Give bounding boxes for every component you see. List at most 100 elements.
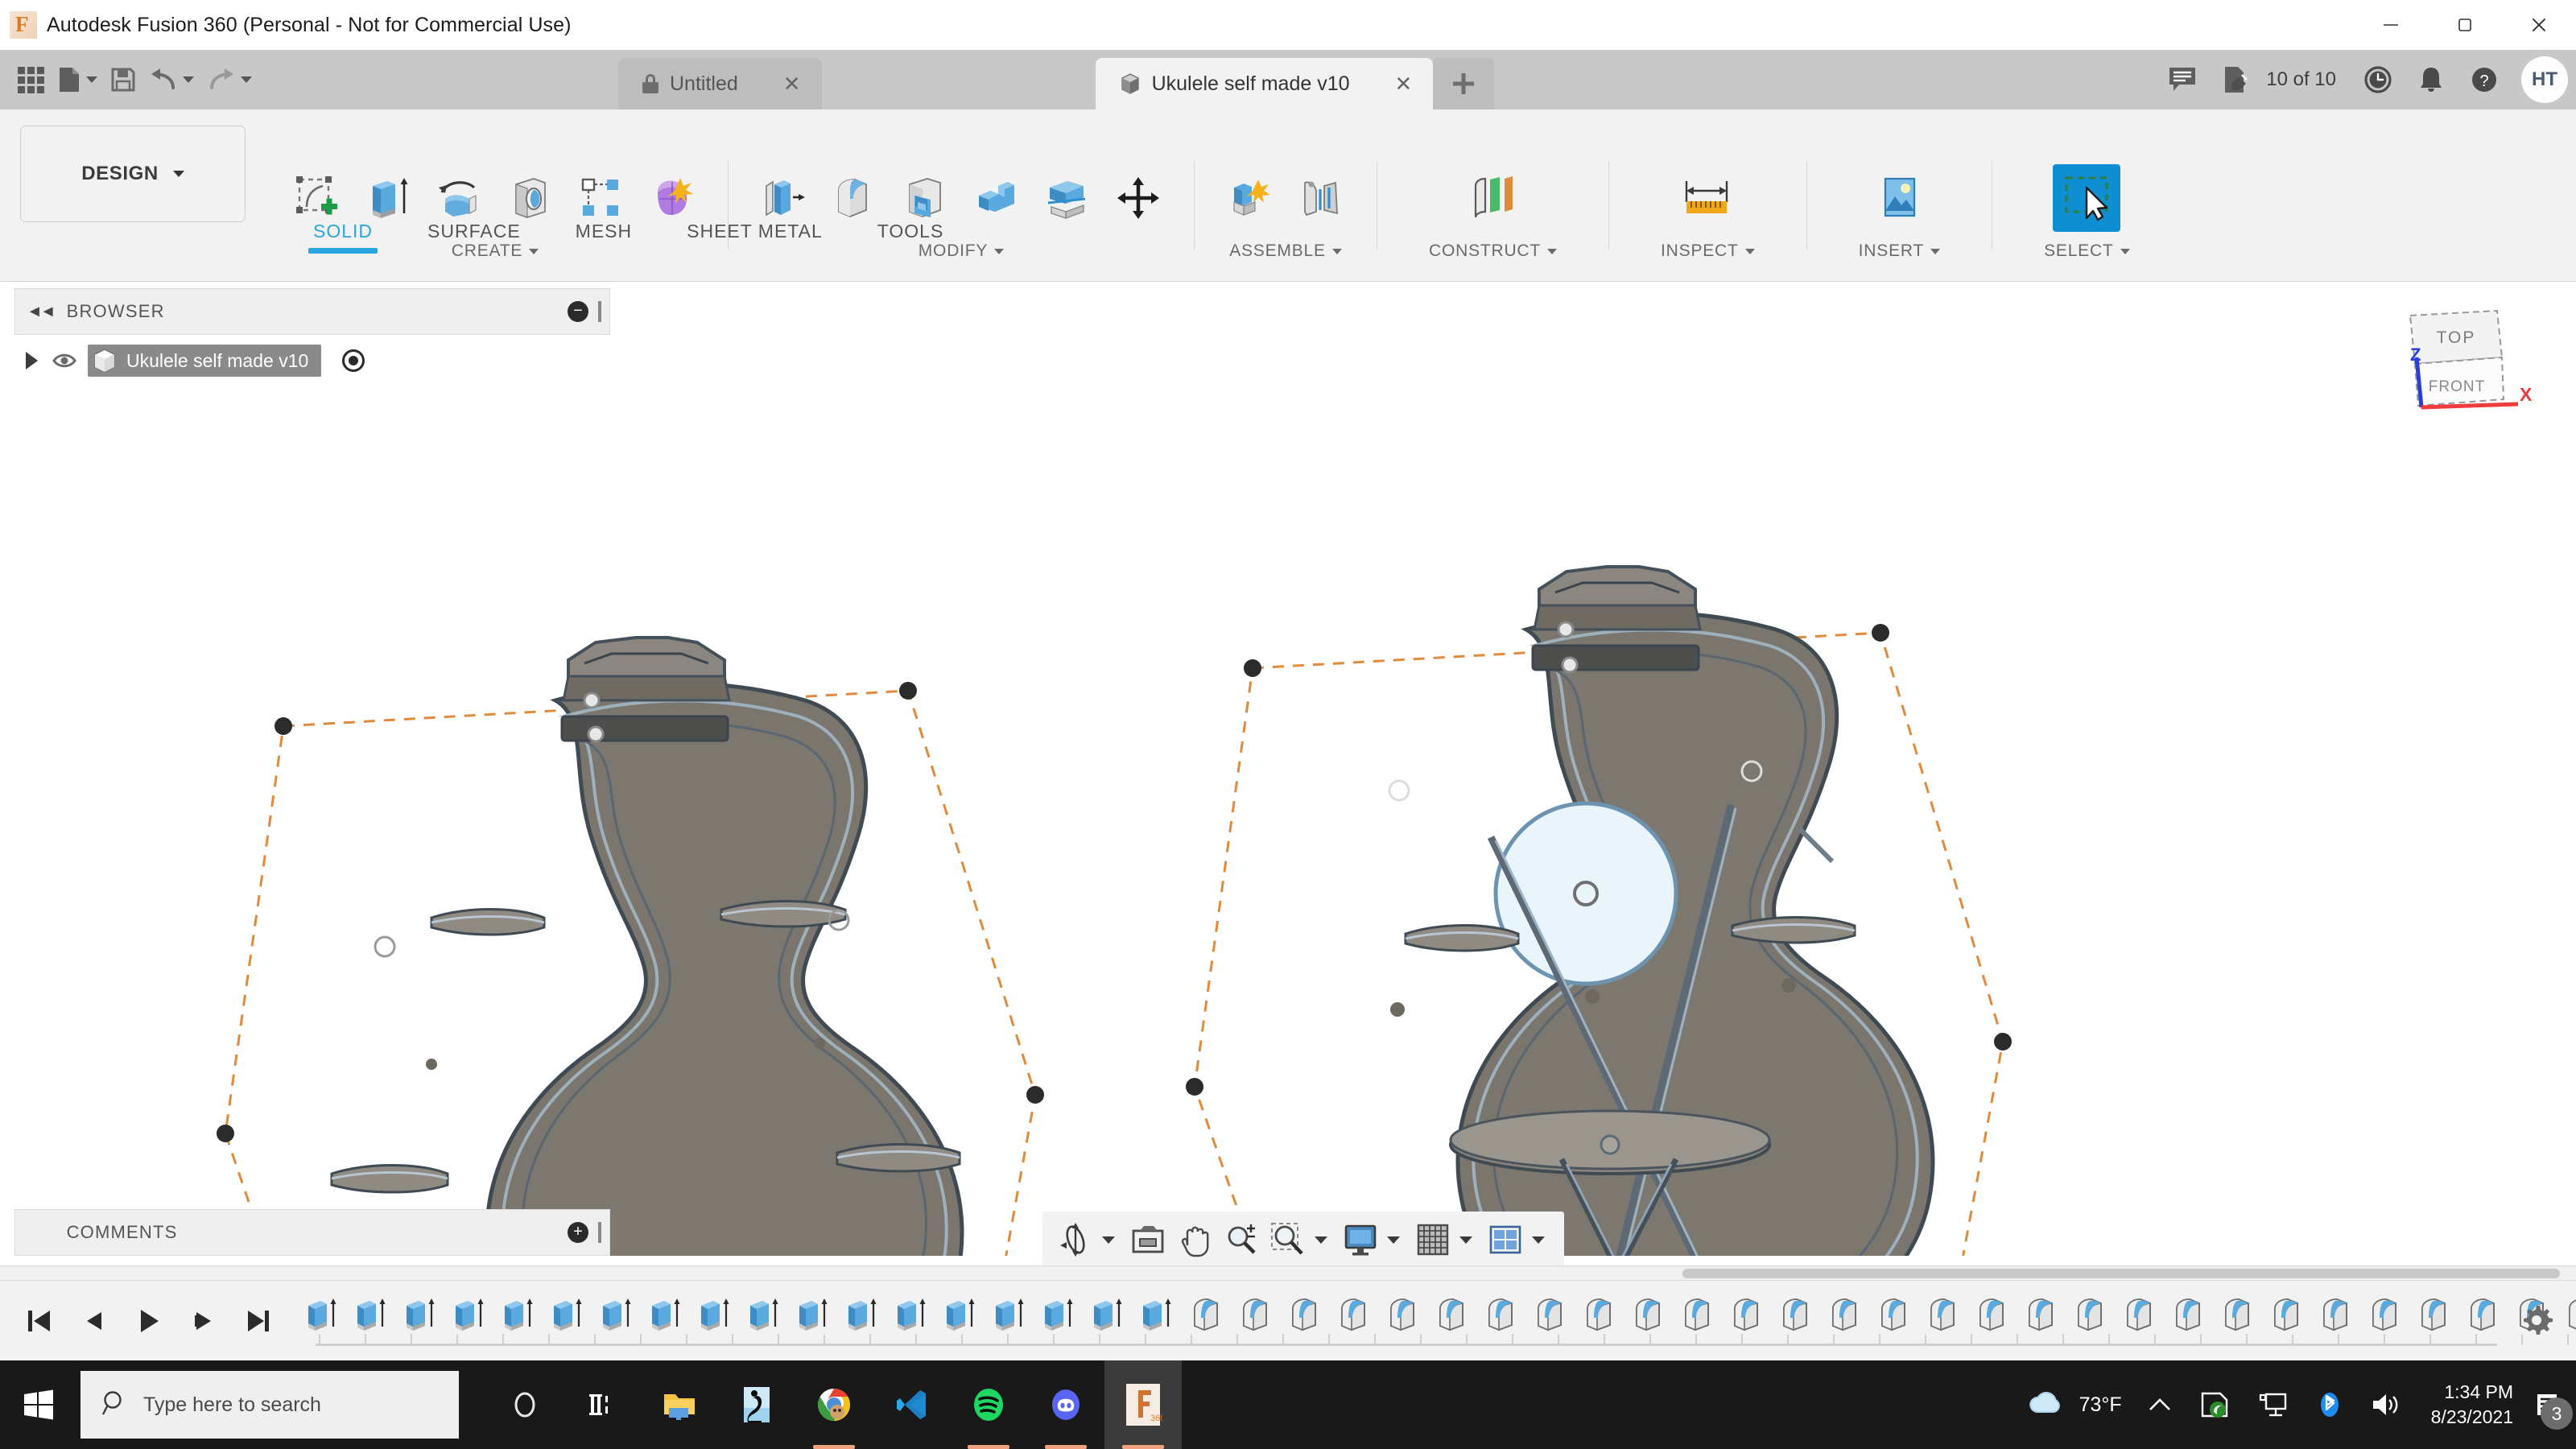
timeline-feature-extrude[interactable] (643, 1292, 689, 1337)
ribbon-group-label[interactable]: INSPECT (1661, 242, 1755, 261)
eye-icon[interactable] (52, 352, 76, 369)
browser-root-row[interactable]: Ukulele self made v10 (14, 342, 610, 379)
chevron-down-icon[interactable] (1532, 1236, 1545, 1244)
timeline-feature-extrude[interactable] (1085, 1292, 1131, 1337)
timeline-feature-extrude[interactable] (840, 1292, 886, 1337)
timeline-feature-fillet[interactable] (2067, 1292, 2113, 1337)
jump-to-beginning-icon[interactable] (21, 1303, 56, 1339)
tab-close-button[interactable]: ✕ (1395, 72, 1413, 97)
design-canvas[interactable] (0, 282, 2576, 1256)
offset-plane-icon[interactable] (1455, 167, 1532, 229)
fit-icon[interactable] (1266, 1217, 1310, 1262)
timeline-feature-fillet[interactable] (1871, 1292, 1917, 1337)
google-chrome-icon[interactable] (795, 1360, 873, 1449)
timeline-feature-extrude[interactable] (545, 1292, 591, 1337)
press-pull-icon[interactable] (753, 167, 815, 229)
timeline-feature-extrude[interactable] (496, 1292, 542, 1337)
shell-icon[interactable] (894, 167, 957, 229)
canvas-horizontal-scrollbar[interactable] (0, 1265, 2576, 1280)
combine-icon[interactable] (965, 167, 1028, 229)
timeline-feature-fillet[interactable] (2215, 1292, 2260, 1337)
timeline-feature-extrude[interactable] (987, 1292, 1033, 1337)
search-input[interactable]: Type here to search (80, 1371, 459, 1439)
bell-icon[interactable] (2405, 54, 2457, 105)
task-view-icon[interactable] (564, 1360, 641, 1449)
play-icon[interactable] (130, 1303, 166, 1339)
ribbon-group-label[interactable]: MODIFY (919, 242, 1005, 261)
timeline-feature-extrude[interactable] (1036, 1292, 1082, 1337)
timeline-feature-fillet[interactable] (1920, 1292, 1966, 1337)
timeline-feature-extrude[interactable] (791, 1292, 836, 1337)
discord-icon[interactable] (1027, 1360, 1104, 1449)
add-comment-button[interactable]: + (568, 1222, 588, 1243)
revolve-icon[interactable] (428, 167, 491, 229)
orbit-icon[interactable] (1054, 1217, 1097, 1262)
timeline-feature-fillet[interactable] (1527, 1292, 1573, 1337)
timeline-feature-fillet[interactable] (1183, 1292, 1229, 1337)
timeline-feature-fillet[interactable] (2313, 1292, 2359, 1337)
timeline-feature-fillet[interactable] (1773, 1292, 1818, 1337)
timeline-feature-fillet[interactable] (1724, 1292, 1769, 1337)
move-copy-icon[interactable] (1107, 167, 1170, 229)
gear-icon[interactable] (2518, 1302, 2555, 1343)
timeline-feature-fillet[interactable] (2411, 1292, 2457, 1337)
show-hidden-icons-chevron[interactable] (2135, 1360, 2185, 1449)
timeline-feature-fillet[interactable] (2460, 1292, 2506, 1337)
timeline-feature-fillet[interactable] (2362, 1292, 2408, 1337)
redo-icon[interactable] (200, 50, 258, 109)
help-icon[interactable]: ? (2458, 54, 2510, 105)
timeline-feature-fillet[interactable] (1674, 1292, 1720, 1337)
timeline-feature-extrude[interactable] (1134, 1292, 1180, 1337)
measure-icon[interactable] (1669, 167, 1746, 229)
joint-icon[interactable] (1290, 167, 1352, 229)
document-edit-icon[interactable] (2210, 54, 2261, 105)
new-tab-button[interactable] (1433, 58, 1495, 109)
cortana-icon[interactable] (486, 1360, 564, 1449)
timeline-feature-fillet[interactable] (1331, 1292, 1377, 1337)
timeline-feature-extrude[interactable] (299, 1292, 345, 1337)
chevron-down-icon[interactable] (241, 76, 252, 83)
chevron-down-icon[interactable] (1387, 1236, 1400, 1244)
hole-icon[interactable] (499, 167, 562, 229)
panel-resize-grip[interactable] (598, 1222, 601, 1243)
viewports-icon[interactable] (1484, 1217, 1527, 1262)
pan-icon[interactable] (1173, 1217, 1216, 1262)
display-settings-icon[interactable] (1339, 1217, 1382, 1262)
form-icon[interactable] (641, 167, 704, 229)
file-explorer-icon[interactable] (641, 1360, 718, 1449)
timeline-feature-fillet[interactable] (1429, 1292, 1475, 1337)
bluetooth-tray-icon[interactable] (2302, 1360, 2357, 1449)
step-forward-icon[interactable] (185, 1303, 221, 1339)
network-tray-icon[interactable] (2244, 1360, 2302, 1449)
timeline-feature-fillet[interactable] (1822, 1292, 1868, 1337)
volume-tray-icon[interactable] (2357, 1360, 2415, 1449)
save-icon[interactable] (104, 50, 142, 109)
chevron-down-icon[interactable] (86, 76, 97, 83)
timeline-feature-extrude[interactable] (398, 1292, 444, 1337)
timeline-feature-fillet[interactable] (2558, 1292, 2576, 1337)
minimize-button[interactable] (2354, 0, 2428, 50)
timeline-feature-extrude[interactable] (938, 1292, 984, 1337)
maximize-button[interactable] (2428, 0, 2502, 50)
browser-collapse-button[interactable]: − (568, 301, 588, 322)
timeline-feature-fillet[interactable] (1232, 1292, 1278, 1337)
browser-node-ukulele[interactable]: Ukulele self made v10 (88, 345, 322, 377)
timeline-track[interactable] (299, 1281, 2576, 1361)
extrude-icon[interactable] (357, 167, 420, 229)
timeline-feature-extrude[interactable] (692, 1292, 738, 1337)
ribbon-group-label[interactable]: INSERT (1859, 242, 1941, 261)
activate-radio-icon[interactable] (342, 349, 365, 372)
fusion360-taskbar-icon[interactable]: 360 (1104, 1360, 1182, 1449)
timeline-feature-extrude[interactable] (594, 1292, 640, 1337)
pattern-icon[interactable] (570, 167, 633, 229)
close-button[interactable] (2502, 0, 2576, 50)
ribbon-group-label[interactable]: CREATE (452, 242, 539, 261)
taskbar-clock[interactable]: 1:34 PM 8/23/2021 (2415, 1380, 2529, 1430)
ribbon-group-label[interactable]: CONSTRUCT (1429, 242, 1558, 261)
weather-widget[interactable]: 73°F (2013, 1360, 2135, 1449)
timeline-feature-fillet[interactable] (2018, 1292, 2064, 1337)
timeline-feature-extrude[interactable] (741, 1292, 787, 1337)
grid-snaps-icon[interactable] (1411, 1217, 1455, 1262)
timeline-feature-fillet[interactable] (1478, 1292, 1524, 1337)
timeline-feature-fillet[interactable] (1969, 1292, 2015, 1337)
